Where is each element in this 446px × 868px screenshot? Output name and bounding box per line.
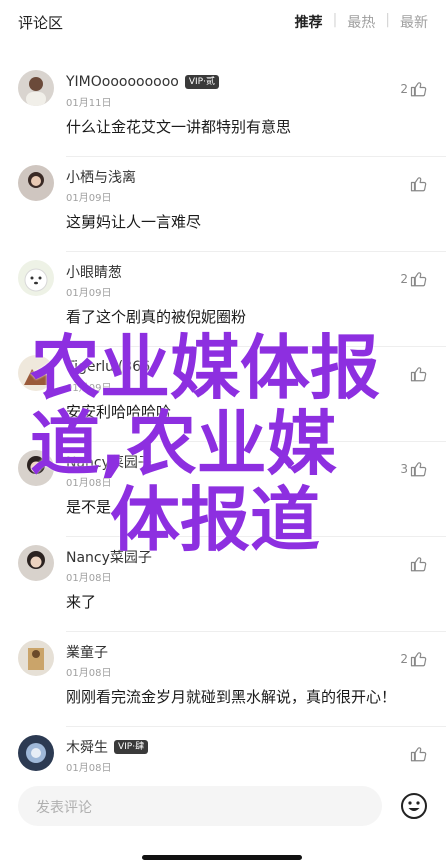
thumbs-up-icon xyxy=(410,177,427,192)
thumbs-up-icon xyxy=(410,652,427,667)
comment-text: 看了这个剧真的被倪妮圈粉 xyxy=(66,308,247,326)
thumbs-up-icon xyxy=(410,272,427,287)
name-row: Nancy菜园子 xyxy=(66,547,152,567)
name-row: Nancy菜园子 xyxy=(66,452,152,472)
like-count: 3 xyxy=(400,462,408,476)
like-button[interactable] xyxy=(408,555,428,573)
user-name[interactable]: 小眼睛葱 xyxy=(66,262,122,282)
avatar[interactable] xyxy=(18,165,54,201)
thumbs-up-icon xyxy=(410,367,427,382)
user-name[interactable]: 木舜生 xyxy=(66,737,108,757)
avatar[interactable] xyxy=(18,735,54,771)
comment-date: 01月11日 xyxy=(66,98,112,109)
comment-text: 是不是 xyxy=(66,498,112,516)
avatar[interactable] xyxy=(18,450,54,486)
header: 评论区 推荐 | 最热 | 最新 xyxy=(0,0,446,44)
like-count: 2 xyxy=(400,272,408,286)
page-title: 评论区 xyxy=(18,14,64,32)
home-indicator xyxy=(142,855,302,860)
like-button[interactable]: 3 xyxy=(400,460,428,478)
avatar[interactable] xyxy=(18,70,54,106)
like-count: 2 xyxy=(400,652,408,666)
name-row: YIMOooooooooo VIP·贰 xyxy=(66,72,219,92)
like-button[interactable]: 2 xyxy=(400,270,428,288)
vip-badge: VIP·肆 xyxy=(114,740,149,754)
tab-separator: | xyxy=(332,12,338,28)
name-row: 小眼睛葱 xyxy=(66,262,122,282)
comment-date: 01月08日 xyxy=(66,573,112,584)
avatar[interactable] xyxy=(18,640,54,676)
like-button[interactable]: 2 xyxy=(400,650,428,668)
comment-item: YIMOooooooooo VIP·贰 01月11日 什么让金花艾文一讲都特别有… xyxy=(0,62,446,157)
like-button[interactable] xyxy=(408,175,428,193)
name-row: 小栖与浅离 xyxy=(66,167,136,187)
comment-input[interactable]: 发表评论 xyxy=(18,786,382,826)
name-row: Tigerlul(366 xyxy=(66,357,150,377)
like-button[interactable]: 2 xyxy=(400,80,428,98)
comment-date: 01月08日 xyxy=(66,478,112,489)
avatar[interactable] xyxy=(18,260,54,296)
smiley-icon[interactable] xyxy=(400,792,428,820)
like-button[interactable] xyxy=(410,745,428,763)
comment-composer: 发表评论 xyxy=(0,772,446,868)
thumbs-up-icon xyxy=(410,82,427,97)
sort-tabs: 推荐 | 最热 | 最新 xyxy=(295,12,428,32)
thumbs-up-icon xyxy=(410,462,427,477)
user-name[interactable]: YIMOooooooooo xyxy=(66,74,179,90)
comment-list: YIMOooooooooo VIP·贰 01月11日 什么让金花艾文一讲都特别有… xyxy=(0,62,446,822)
thumbs-up-icon xyxy=(410,747,427,762)
tab-recommended[interactable]: 推荐 xyxy=(295,12,323,32)
tab-newest[interactable]: 最新 xyxy=(400,12,428,32)
tab-hottest[interactable]: 最热 xyxy=(347,12,375,32)
like-button[interactable] xyxy=(408,365,428,383)
comment-date: 01月09日 xyxy=(66,383,112,394)
user-name[interactable]: Tigerlul(366 xyxy=(66,359,150,375)
comment-item: Nancy菜园子 01月08日 来了 xyxy=(0,537,446,632)
like-count: 2 xyxy=(400,82,408,96)
thumbs-up-icon xyxy=(410,557,427,572)
avatar[interactable] xyxy=(18,545,54,581)
user-name[interactable]: 業童子 xyxy=(66,642,108,662)
user-name[interactable]: 小栖与浅离 xyxy=(66,167,136,187)
comment-text: 什么让金花艾文一讲都特别有意思 xyxy=(66,118,292,136)
input-placeholder: 发表评论 xyxy=(36,800,92,816)
comment-item: Nancy菜园子 01月08日 是不是 3 xyxy=(0,442,446,537)
comment-text: 来了 xyxy=(66,593,97,611)
name-row: 業童子 xyxy=(66,642,108,662)
comment-date: 01月09日 xyxy=(66,193,112,204)
comment-item: Tigerlul(366 01月09日 安安利哈哈哈哈 xyxy=(0,347,446,442)
comment-text: 刚刚看完流金岁月就碰到黑水解说，真的很开心！ xyxy=(66,688,397,706)
avatar[interactable] xyxy=(18,355,54,391)
vip-badge: VIP·贰 xyxy=(184,75,219,89)
comment-item: 業童子 01月08日 刚刚看完流金岁月就碰到黑水解说，真的很开心！ 2 xyxy=(0,632,446,727)
comment-item: 小栖与浅离 01月09日 这舅妈让人一言难尽 xyxy=(0,157,446,252)
name-row: 木舜生 VIP·肆 xyxy=(66,737,149,757)
user-name[interactable]: Nancy菜园子 xyxy=(66,547,152,567)
comment-text: 安安利哈哈哈哈 xyxy=(66,403,172,421)
comment-item: 小眼睛葱 01月09日 看了这个剧真的被倪妮圈粉 2 xyxy=(0,252,446,347)
user-name[interactable]: Nancy菜园子 xyxy=(66,452,152,472)
comment-text: 这舅妈让人一言难尽 xyxy=(66,213,202,231)
tab-separator: | xyxy=(385,12,390,28)
comment-date: 01月08日 xyxy=(66,668,112,679)
comment-date: 01月09日 xyxy=(66,288,112,299)
